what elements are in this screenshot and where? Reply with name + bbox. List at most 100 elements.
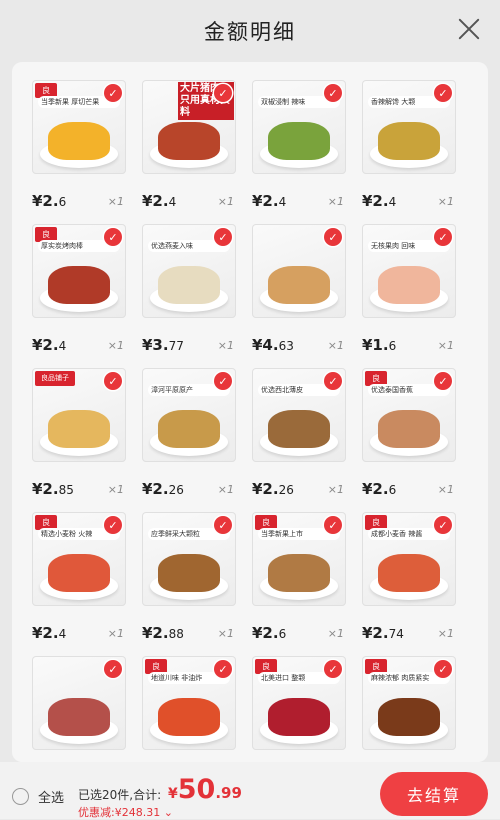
price-decimal: 6 xyxy=(388,483,397,497)
checkmark-icon[interactable]: ✓ xyxy=(104,516,122,534)
page-title: 金额明细 xyxy=(204,20,296,44)
checkmark-icon[interactable]: ✓ xyxy=(434,660,452,678)
product-image[interactable]: 良当季新果 厚切芒果 ✓ xyxy=(32,80,126,174)
product-price: ¥1.6 xyxy=(362,336,396,354)
product-item[interactable]: 良优选泰国香蕉 ✓ ¥2.6 ×1 xyxy=(362,368,456,512)
food-graphic xyxy=(158,554,220,592)
product-item[interactable]: 应季鲜采大颗粒 ✓ ¥2.88 ×1 xyxy=(142,512,236,656)
checkout-button[interactable]: 去结算 xyxy=(380,772,488,816)
product-image[interactable]: 双椒浸制 辣味 ✓ xyxy=(252,80,346,174)
checkmark-icon[interactable]: ✓ xyxy=(104,372,122,390)
price-decimal: 74 xyxy=(388,627,404,641)
select-all-radio[interactable] xyxy=(12,788,29,805)
price-decimal: 4 xyxy=(388,195,397,209)
price-integer: ¥2. xyxy=(362,624,389,642)
product-item[interactable]: 良当季新果 厚切芒果 ✓ ¥2.6 ×1 xyxy=(32,80,126,224)
product-price: ¥2.4 xyxy=(252,192,286,210)
food-graphic xyxy=(48,410,110,448)
food-graphic xyxy=(268,122,330,160)
product-image[interactable]: 优选西北薄皮 ✓ xyxy=(252,368,346,462)
product-image[interactable]: 漳河平原原产 ✓ xyxy=(142,368,236,462)
product-image[interactable]: 良当季新果上市 ✓ xyxy=(252,512,346,606)
product-item[interactable]: 大片猪肉 只用真材实料 ✓ ¥2.4 ×1 xyxy=(142,80,236,224)
product-image[interactable]: ✓ xyxy=(32,656,126,750)
food-graphic xyxy=(48,122,110,160)
product-item[interactable]: 双椒浸制 辣味 ✓ ¥2.4 ×1 xyxy=(252,80,346,224)
product-panel: 良当季新果 厚切芒果 ✓ ¥2.6 ×1 大片猪肉 只用真材实料 ✓ ¥2.4 ×1 双椒浸制 … xyxy=(12,62,488,762)
price-integer: ¥2. xyxy=(252,480,279,498)
checkmark-icon[interactable]: ✓ xyxy=(434,516,452,534)
product-quantity: ×1 xyxy=(217,339,234,352)
checkmark-icon[interactable]: ✓ xyxy=(104,660,122,678)
product-image[interactable]: 大片猪肉 只用真材实料 ✓ xyxy=(142,80,236,174)
product-image[interactable]: 良厚实炭烤肉棒 ✓ xyxy=(32,224,126,318)
product-item[interactable]: 漳河平原原产 ✓ ¥2.26 ×1 xyxy=(142,368,236,512)
checkmark-icon[interactable]: ✓ xyxy=(214,228,232,246)
price-integer: ¥3. xyxy=(142,336,169,354)
product-item[interactable]: 良当季新果上市 ✓ ¥2.6 ×1 xyxy=(252,512,346,656)
product-price: ¥2.4 xyxy=(32,336,66,354)
checkmark-icon[interactable]: ✓ xyxy=(324,516,342,534)
checkmark-icon[interactable]: ✓ xyxy=(214,516,232,534)
checkmark-icon[interactable]: ✓ xyxy=(324,84,342,102)
price-decimal: 88 xyxy=(168,627,184,641)
product-item[interactable]: 良厚实炭烤肉棒 ✓ ¥2.4 ×1 xyxy=(32,224,126,368)
food-graphic xyxy=(48,554,110,592)
product-image[interactable]: 良麻辣浓郁 肉质紧实 ✓ xyxy=(362,656,456,750)
checkmark-icon[interactable]: ✓ xyxy=(104,84,122,102)
selected-summary: 已选20件,合计: xyxy=(78,788,162,802)
product-image[interactable]: 良成都小麦香 辣酱 ✓ xyxy=(362,512,456,606)
discount-text[interactable]: 优惠减:¥248.31 ⌄ xyxy=(78,804,173,820)
product-item[interactable]: 无核果肉 回味 ✓ ¥1.6 ×1 xyxy=(362,224,456,368)
product-item[interactable]: 优选西北薄皮 ✓ ¥2.26 ×1 xyxy=(252,368,346,512)
checkmark-icon[interactable]: ✓ xyxy=(104,228,122,246)
close-icon[interactable] xyxy=(456,16,482,42)
product-price: ¥2.4 xyxy=(142,192,176,210)
product-price: ¥2.85 xyxy=(32,480,74,498)
checkmark-icon[interactable]: ✓ xyxy=(324,228,342,246)
checkmark-icon[interactable]: ✓ xyxy=(434,228,452,246)
total-integer: 50 xyxy=(177,774,216,805)
product-image[interactable]: 良精选小麦粉 火辣 ✓ xyxy=(32,512,126,606)
product-image[interactable]: 应季鲜采大颗粒 ✓ xyxy=(142,512,236,606)
product-price: ¥2.6 xyxy=(252,624,286,642)
product-quantity: ×1 xyxy=(437,483,454,496)
price-decimal: 4 xyxy=(58,339,67,353)
product-image[interactable]: 良品铺子 ✓ xyxy=(32,368,126,462)
product-quantity: ×1 xyxy=(107,339,124,352)
product-item[interactable]: 良品铺子 ✓ ¥2.85 ×1 xyxy=(32,368,126,512)
product-image[interactable]: 良北美进口 整颗 ✓ xyxy=(252,656,346,750)
product-item[interactable]: ✓ ¥4.63 ×1 xyxy=(252,224,346,368)
product-quantity: ×1 xyxy=(327,627,344,640)
product-image[interactable]: ✓ xyxy=(252,224,346,318)
product-image[interactable]: 良地道川味 非油炸 ✓ xyxy=(142,656,236,750)
price-integer: ¥4. xyxy=(252,336,279,354)
checkmark-icon[interactable]: ✓ xyxy=(214,84,232,102)
price-decimal: 6 xyxy=(58,195,67,209)
checkmark-icon[interactable]: ✓ xyxy=(434,84,452,102)
product-quantity: ×1 xyxy=(327,195,344,208)
product-image[interactable]: 优选燕麦入味 ✓ xyxy=(142,224,236,318)
price-decimal: 4 xyxy=(58,627,67,641)
product-quantity: ×1 xyxy=(217,483,234,496)
price-decimal: 63 xyxy=(278,339,294,353)
price-decimal: 85 xyxy=(58,483,74,497)
price-integer: ¥2. xyxy=(32,624,59,642)
price-integer: ¥2. xyxy=(142,192,169,210)
product-item[interactable]: 良精选小麦粉 火辣 ✓ ¥2.4 ×1 xyxy=(32,512,126,656)
product-image[interactable]: 香辣解馋 大颗 ✓ xyxy=(362,80,456,174)
product-item[interactable]: 优选燕麦入味 ✓ ¥3.77 ×1 xyxy=(142,224,236,368)
checkmark-icon[interactable]: ✓ xyxy=(434,372,452,390)
product-item[interactable]: 香辣解馋 大颗 ✓ ¥2.4 ×1 xyxy=(362,80,456,224)
product-item[interactable]: 良成都小麦香 辣酱 ✓ ¥2.74 ×1 xyxy=(362,512,456,656)
checkmark-icon[interactable]: ✓ xyxy=(324,660,342,678)
checkmark-icon[interactable]: ✓ xyxy=(324,372,342,390)
select-all-label[interactable]: 全选 xyxy=(38,787,64,806)
product-image[interactable]: 无核果肉 回味 ✓ xyxy=(362,224,456,318)
product-image[interactable]: 良优选泰国香蕉 ✓ xyxy=(362,368,456,462)
checkmark-icon[interactable]: ✓ xyxy=(214,372,232,390)
food-graphic xyxy=(48,698,110,736)
checkmark-icon[interactable]: ✓ xyxy=(214,660,232,678)
food-graphic xyxy=(268,410,330,448)
product-price: ¥2.26 xyxy=(142,480,184,498)
